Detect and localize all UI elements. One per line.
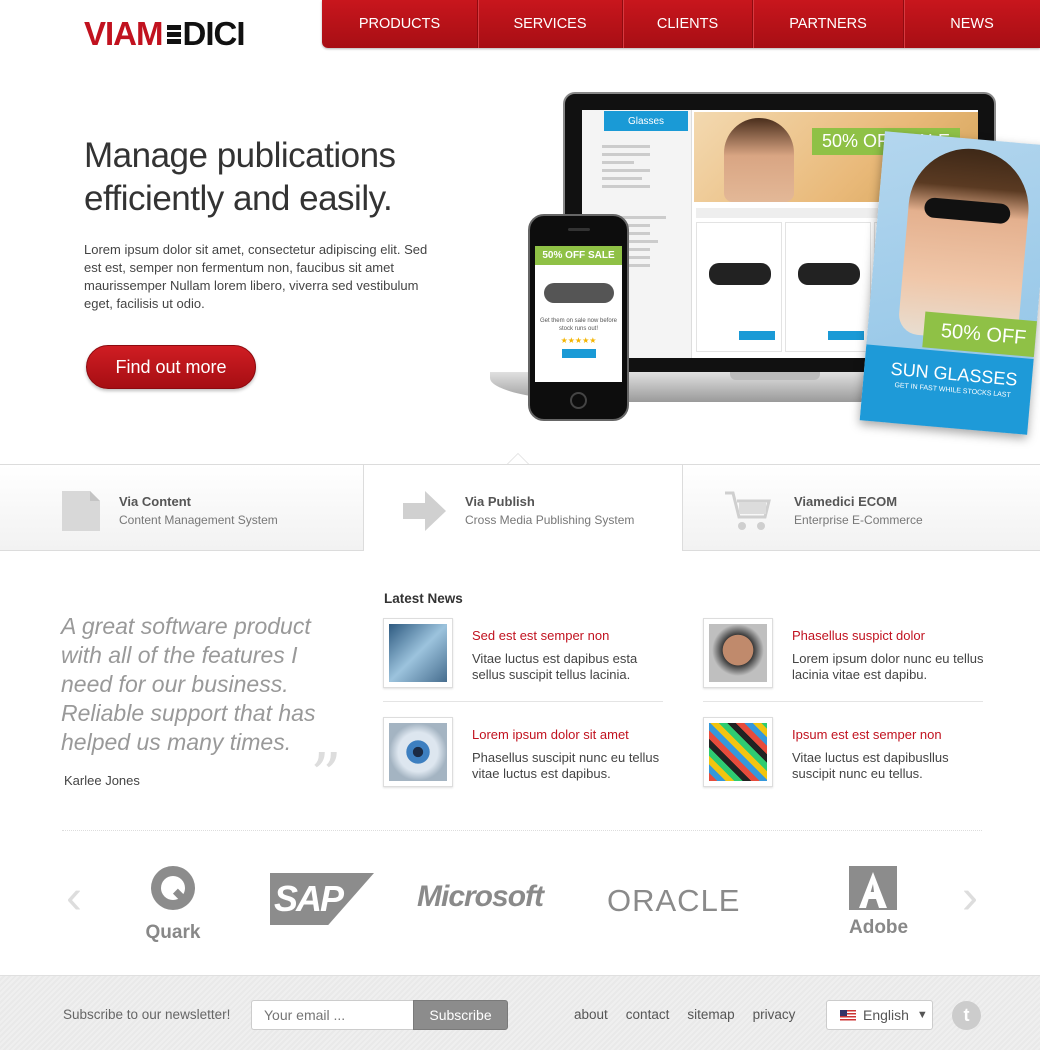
product-strip: Via Content Content Management System Vi… bbox=[0, 464, 1040, 551]
nav-clients[interactable]: CLIENTS bbox=[623, 0, 753, 48]
product-via-content[interactable]: Via Content Content Management System bbox=[0, 465, 364, 551]
sunglasses-ad: 50% OFF SUN GLASSES GET IN FAST WHILE ST… bbox=[859, 131, 1040, 435]
logo-left-text: VIAM bbox=[84, 15, 163, 52]
news-item[interactable]: Ipsum est est semper non Vitae luctus es… bbox=[703, 717, 983, 789]
news-title[interactable]: Sed est est semper non bbox=[472, 628, 609, 643]
language-label: English bbox=[863, 1007, 909, 1023]
main-nav: PRODUCTS SERVICES CLIENTS PARTNERS NEWS bbox=[322, 0, 1040, 48]
arrow-right-icon bbox=[403, 491, 446, 531]
adobe-a-icon bbox=[849, 866, 897, 910]
carousel-next-icon[interactable]: › bbox=[958, 874, 982, 922]
newsletter-email-input[interactable] bbox=[251, 1000, 414, 1030]
footer-links: about contact sitemap privacy bbox=[574, 1007, 813, 1022]
hero-title: Manage publications efficiently and easi… bbox=[84, 136, 396, 218]
rating-stars-icon: ★★★★★ bbox=[560, 336, 597, 345]
us-flag-icon bbox=[840, 1009, 856, 1021]
footer-link-sitemap[interactable]: sitemap bbox=[687, 1007, 734, 1022]
product-viamedici-ecom[interactable]: Viamedici ECOM Enterprise E-Commerce bbox=[683, 465, 1040, 551]
product-subtitle: Cross Media Publishing System bbox=[465, 513, 635, 527]
phone-image: 50% OFF SALE Get them on sale now before… bbox=[528, 214, 629, 421]
news-title[interactable]: Lorem ipsum dolor sit amet bbox=[472, 727, 629, 742]
footer-link-about[interactable]: about bbox=[574, 1007, 608, 1022]
language-select[interactable]: English ▼ bbox=[826, 1000, 933, 1030]
logo[interactable]: VIAM DICI bbox=[84, 15, 246, 52]
news-text: Vitae luctus est dapibus esta sellus sus… bbox=[472, 651, 638, 682]
product-subtitle: Enterprise E-Commerce bbox=[794, 513, 923, 527]
news-thumbnail bbox=[383, 717, 453, 787]
chevron-down-icon: ▼ bbox=[916, 1009, 928, 1021]
twitter-icon[interactable]: t bbox=[952, 1001, 981, 1030]
nav-news[interactable]: NEWS bbox=[904, 0, 1040, 48]
latest-news-heading: Latest News bbox=[384, 591, 463, 606]
hero-text: Lorem ipsum dolor sit amet, consectetur … bbox=[84, 242, 428, 311]
news-item[interactable]: Sed est est semper non Vitae luctus est … bbox=[383, 618, 663, 690]
sunglasses-icon bbox=[543, 283, 614, 303]
nav-services[interactable]: SERVICES bbox=[478, 0, 623, 48]
screen-product bbox=[696, 222, 782, 352]
newsletter-label: Subscribe to our newsletter! bbox=[63, 1007, 231, 1022]
phone-text: Get them on sale now before stock runs o… bbox=[539, 318, 618, 332]
shopping-cart-icon bbox=[725, 491, 771, 530]
footer-link-contact[interactable]: contact bbox=[626, 1007, 670, 1022]
document-icon bbox=[62, 491, 100, 531]
news-item[interactable]: Phasellus suspict dolor Lorem ipsum dolo… bbox=[703, 618, 984, 690]
screen-product bbox=[785, 222, 871, 352]
news-text: Vitae luctus est dapibusllus suscipit nu… bbox=[792, 750, 949, 781]
news-thumbnail bbox=[383, 618, 453, 688]
adobe-logo[interactable]: Adobe bbox=[849, 866, 909, 938]
news-divider bbox=[703, 701, 983, 702]
quark-logo[interactable]: Quark bbox=[140, 864, 206, 943]
microsoft-logo[interactable]: Microsoft bbox=[417, 880, 544, 914]
logo-bars-icon bbox=[166, 23, 181, 45]
news-title[interactable]: Phasellus suspict dolor bbox=[792, 628, 925, 643]
news-text: Phasellus suscipit nunc eu tellus vitae … bbox=[472, 750, 660, 781]
footer-link-privacy[interactable]: privacy bbox=[753, 1007, 796, 1022]
news-item[interactable]: Lorem ipsum dolor sit amet Phasellus sus… bbox=[383, 717, 663, 789]
find-out-more-button[interactable]: Find out more bbox=[86, 345, 256, 389]
quark-logo-text: Quark bbox=[145, 922, 201, 943]
product-title: Via Content bbox=[119, 494, 191, 509]
news-thumbnail bbox=[703, 618, 773, 688]
sap-logo[interactable]: SAP bbox=[270, 873, 374, 925]
oracle-logo[interactable]: ORACLE bbox=[607, 883, 740, 919]
testimonial-quote: A great software product with all of the… bbox=[61, 613, 316, 755]
product-title: Via Publish bbox=[465, 494, 535, 509]
nav-products[interactable]: PRODUCTS bbox=[322, 0, 478, 48]
product-via-publish[interactable]: Via Publish Cross Media Publishing Syste… bbox=[364, 465, 683, 551]
quark-q-icon bbox=[151, 866, 195, 910]
home-button-icon bbox=[570, 392, 587, 409]
news-title[interactable]: Ipsum est est semper non bbox=[792, 727, 942, 742]
page: VIAM DICI PRODUCTS SERVICES CLIENTS PART… bbox=[0, 0, 1040, 1050]
quote-mark-icon: ” bbox=[310, 739, 342, 812]
product-subtitle: Content Management System bbox=[119, 513, 278, 527]
testimonial-author: Karlee Jones bbox=[64, 773, 140, 788]
news-divider bbox=[383, 701, 663, 702]
section-divider bbox=[62, 830, 982, 831]
phone-sale-tag: 50% OFF SALE bbox=[535, 246, 622, 265]
product-title: Viamedici ECOM bbox=[794, 494, 898, 509]
nav-partners[interactable]: PARTNERS bbox=[753, 0, 904, 48]
subscribe-button[interactable]: Subscribe bbox=[413, 1000, 508, 1030]
footer: Subscribe to our newsletter! Subscribe a… bbox=[0, 975, 1040, 1050]
adobe-logo-text: Adobe bbox=[849, 917, 909, 938]
news-thumbnail bbox=[703, 717, 773, 787]
news-text: Lorem ipsum dolor nunc eu tellus lacinia… bbox=[792, 651, 984, 682]
carousel-prev-icon[interactable]: ‹ bbox=[62, 874, 86, 922]
logo-right-text: DICI bbox=[182, 15, 246, 52]
screen-tab: Glasses bbox=[604, 111, 688, 131]
